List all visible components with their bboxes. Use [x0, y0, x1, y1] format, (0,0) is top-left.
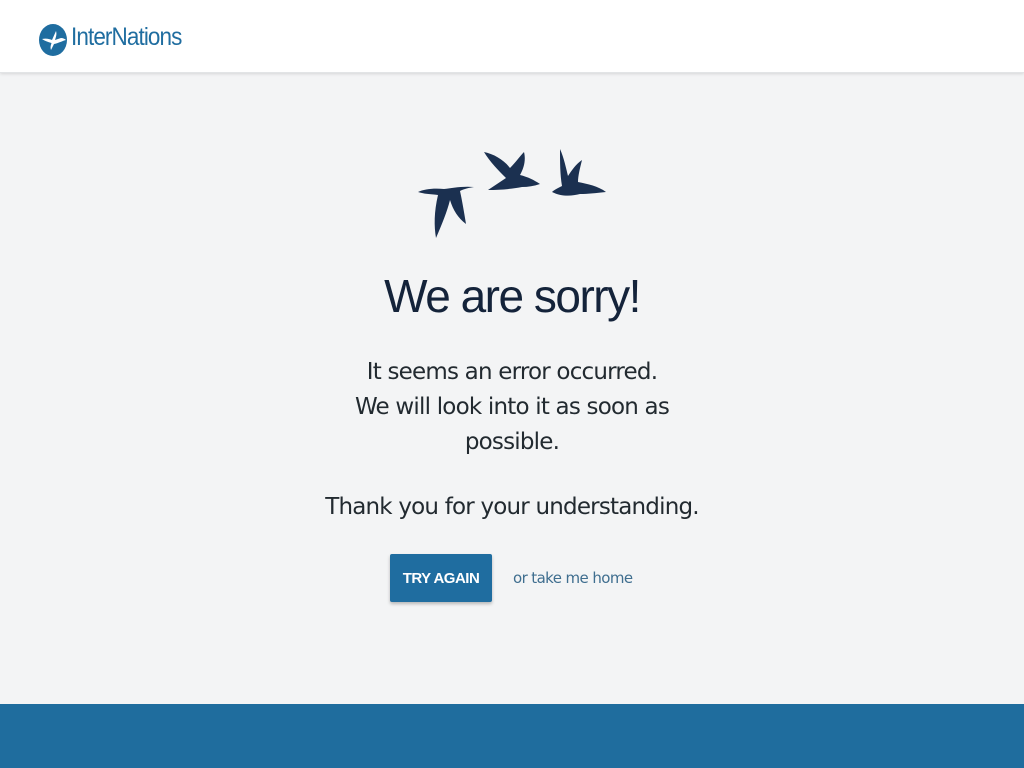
bird-icon — [39, 23, 67, 56]
flying-birds-icon — [418, 149, 606, 238]
bird-middle-icon — [484, 152, 540, 190]
error-message-line: We will look into it as soon as — [354, 394, 670, 420]
error-title: We are sorry! — [384, 270, 641, 322]
logo-wordmark: InterNations — [71, 22, 182, 51]
thanks-message: Thank you for your understanding. — [325, 494, 699, 520]
bird-left-icon — [418, 186, 474, 238]
error-message-line: possible. — [464, 429, 560, 455]
site-footer — [0, 704, 1024, 768]
try-again-button[interactable]: TRY AGAIN — [390, 554, 492, 602]
take-me-home-link[interactable]: or take me home — [513, 568, 633, 588]
error-message-line: It seems an error occurred. — [366, 359, 658, 385]
error-message: It seems an error occurred. We will look… — [312, 355, 712, 460]
internations-logo-link[interactable]: InterNations — [39, 18, 194, 56]
site-header: InterNations — [0, 0, 1024, 73]
bird-right-icon — [552, 149, 606, 196]
